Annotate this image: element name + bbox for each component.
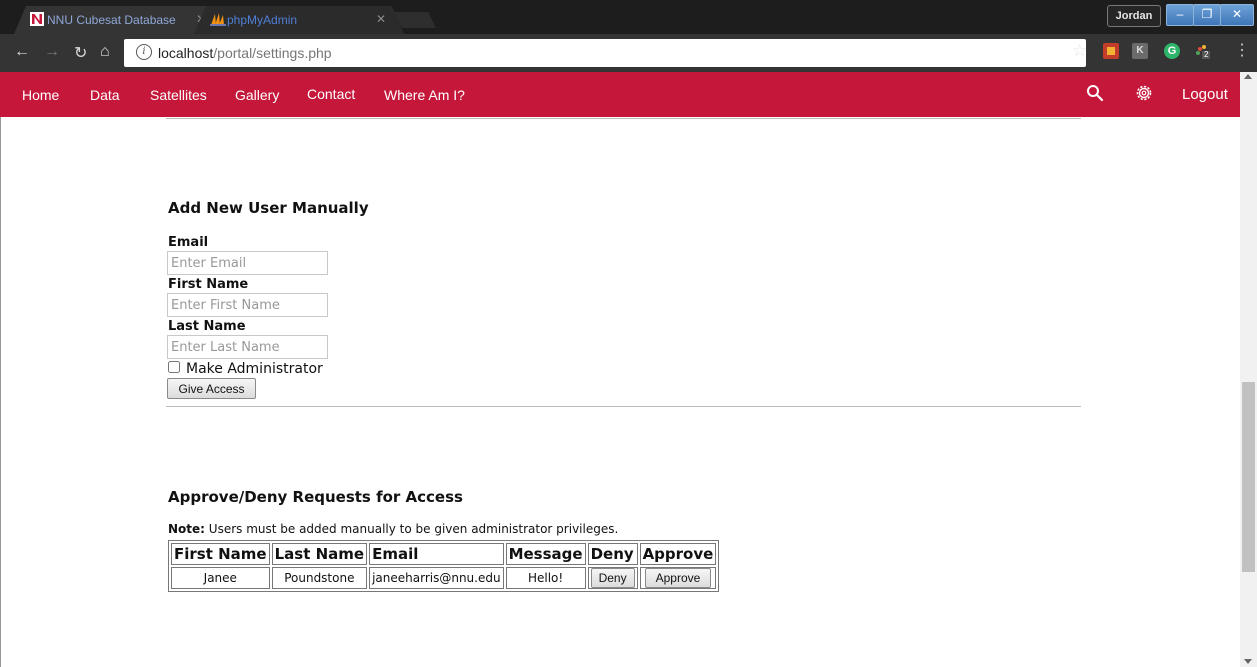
nav-where-am-i[interactable]: Where Am I? bbox=[384, 87, 465, 103]
nav-satellites[interactable]: Satellites bbox=[150, 87, 207, 103]
nav-contact[interactable]: Contact bbox=[307, 86, 355, 102]
cell-approve: Approve bbox=[639, 567, 717, 589]
nav-data[interactable]: Data bbox=[90, 87, 120, 103]
close-window-button[interactable]: ✕ bbox=[1220, 4, 1254, 26]
approve-button[interactable]: Approve bbox=[644, 568, 711, 588]
table-header-row: First Name Last Name Email Message Deny … bbox=[171, 543, 717, 565]
make-administrator-label: Make Administrator bbox=[186, 361, 323, 377]
add-user-title: Add New User Manually bbox=[168, 199, 369, 217]
give-access-button[interactable]: Give Access bbox=[167, 378, 256, 399]
nav-home[interactable]: Home bbox=[22, 87, 59, 103]
make-administrator-checkbox[interactable] bbox=[168, 361, 180, 373]
scroll-up-arrow-icon[interactable] bbox=[1244, 74, 1252, 79]
url-host: localhost bbox=[158, 45, 214, 61]
address-bar[interactable]: i localhost/portal/settings.php bbox=[124, 39, 1086, 67]
note-text: Users must be added manually to be given… bbox=[204, 522, 619, 536]
url-path: /portal/settings.php bbox=[213, 45, 332, 61]
gear-icon[interactable] bbox=[1134, 83, 1154, 103]
site-navbar: Home Data Satellites Gallery Contact Whe… bbox=[0, 72, 1240, 117]
forward-icon[interactable]: → bbox=[44, 43, 60, 61]
col-message: Message bbox=[505, 543, 586, 565]
reload-icon[interactable]: ↻ bbox=[74, 43, 87, 63]
cell-first-name: Janee bbox=[171, 567, 270, 589]
first-name-field[interactable] bbox=[167, 293, 328, 317]
email-field[interactable] bbox=[167, 251, 328, 275]
page-left-border bbox=[0, 117, 1, 667]
email-label: Email bbox=[168, 235, 209, 250]
deny-button[interactable]: Deny bbox=[590, 568, 635, 588]
ext-badge-count: 2 bbox=[1204, 50, 1209, 59]
grammarly-icon[interactable]: G bbox=[1164, 43, 1180, 59]
cell-email: janeeharris@nnu.edu bbox=[369, 567, 504, 589]
browser-toolbar: ← → ↻ ⌂ i localhost/portal/settings.php bbox=[0, 34, 1257, 72]
ext-k-icon[interactable]: K bbox=[1132, 43, 1148, 59]
admin-note: Note: Users must be added manually to be… bbox=[168, 522, 618, 536]
browser-tab-strip: NNU Cubesat Database ✕ phpMyAdmin ✕ Jord… bbox=[0, 0, 1257, 34]
maximize-button[interactable]: ❐ bbox=[1193, 4, 1221, 26]
col-email: Email bbox=[369, 543, 504, 565]
scrollbar-thumb[interactable] bbox=[1242, 382, 1255, 572]
last-name-field[interactable] bbox=[167, 335, 328, 359]
browser-menu-icon[interactable]: ⋮ bbox=[1234, 40, 1250, 60]
tab-title: NNU Cubesat Database bbox=[47, 13, 176, 27]
section-divider-top bbox=[166, 118, 1081, 119]
nav-gallery[interactable]: Gallery bbox=[235, 87, 279, 103]
table-row: Janee Poundstone janeeharris@nnu.edu Hel… bbox=[171, 567, 717, 589]
home-icon[interactable]: ⌂ bbox=[100, 43, 110, 61]
tab-close-icon[interactable]: ✕ bbox=[376, 12, 386, 26]
tab-phpmyadmin[interactable]: phpMyAdmin ✕ bbox=[194, 6, 404, 34]
cell-last-name: Poundstone bbox=[271, 567, 368, 589]
last-name-label: Last Name bbox=[168, 319, 246, 334]
bookmark-star-icon[interactable]: ☆ bbox=[1072, 41, 1087, 61]
note-bold: Note: bbox=[168, 522, 205, 536]
nnu-logo-icon bbox=[30, 12, 44, 26]
phpmyadmin-icon bbox=[210, 13, 226, 26]
col-approve: Approve bbox=[639, 543, 717, 565]
info-icon[interactable]: i bbox=[136, 44, 152, 60]
search-icon[interactable] bbox=[1086, 84, 1104, 102]
col-deny: Deny bbox=[587, 543, 638, 565]
access-requests-table: First Name Last Name Email Message Deny … bbox=[168, 540, 720, 592]
back-icon[interactable]: ← bbox=[14, 43, 30, 61]
nav-logout[interactable]: Logout bbox=[1182, 86, 1228, 103]
tab-nnu-cubesat[interactable]: NNU Cubesat Database ✕ bbox=[14, 6, 224, 34]
new-tab-button[interactable] bbox=[394, 12, 436, 28]
section-divider-middle bbox=[166, 406, 1081, 407]
cell-message: Hello! bbox=[505, 567, 586, 589]
scroll-down-arrow-icon[interactable] bbox=[1244, 659, 1252, 664]
cell-deny: Deny bbox=[587, 567, 638, 589]
minimize-button[interactable]: – bbox=[1166, 4, 1194, 26]
page-scrollbar[interactable] bbox=[1240, 72, 1257, 667]
col-last-name: Last Name bbox=[271, 543, 368, 565]
first-name-label: First Name bbox=[168, 277, 249, 292]
col-first-name: First Name bbox=[171, 543, 270, 565]
requests-title: Approve/Deny Requests for Access bbox=[168, 488, 463, 506]
profile-button[interactable]: Jordan bbox=[1107, 5, 1161, 27]
ext-red-icon[interactable] bbox=[1103, 43, 1119, 59]
ext-badge-icon[interactable]: 2 bbox=[1194, 43, 1210, 59]
tab-title: phpMyAdmin bbox=[227, 13, 298, 27]
url-text: localhost/portal/settings.php bbox=[158, 45, 332, 61]
